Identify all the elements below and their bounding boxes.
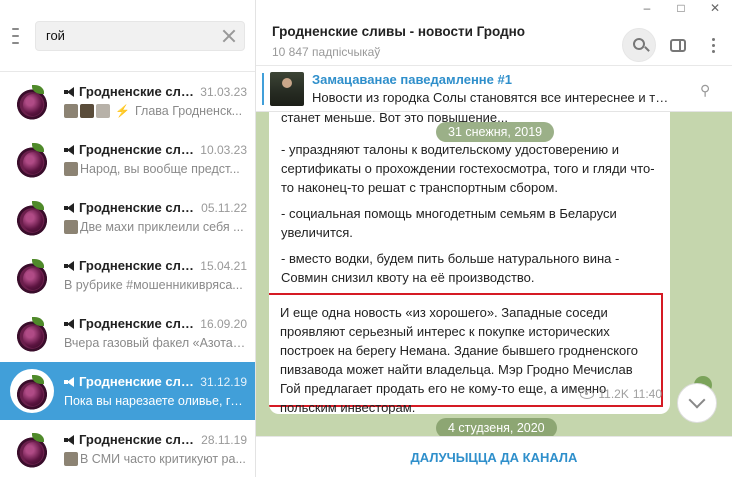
chat-date: 31.03.23	[200, 84, 247, 99]
pinned-thumbnail	[270, 71, 304, 106]
maximize-icon[interactable]: □	[664, 0, 698, 16]
message-time: 11:40	[632, 387, 662, 401]
chat-list-item[interactable]: Гродненские сливы 15.04.21 В рубрике #мо…	[0, 246, 255, 304]
side-panel-button[interactable]	[661, 28, 695, 62]
megaphone-icon	[64, 377, 76, 387]
megaphone-icon	[64, 87, 76, 97]
unpin-icon[interactable]: ⚲	[700, 82, 722, 98]
lightning-icon: ⚡	[115, 104, 130, 118]
message-paragraph: - социальная помощь многодетным семьям в…	[281, 206, 617, 240]
chat-date: 16.09.20	[200, 316, 247, 331]
media-thumbnail	[64, 162, 78, 176]
chat-preview: Народ, вы вообще предст...	[80, 162, 240, 176]
join-channel-label: ДАЛУЧЫЦЦА ДА КАНАЛА	[410, 449, 578, 465]
view-count: 11.2K	[598, 387, 629, 401]
join-channel-button[interactable]: ДАЛУЧЫЦЦА ДА КАНАЛА	[256, 436, 732, 477]
pinned-indicator	[262, 73, 264, 105]
close-icon[interactable]: ✕	[698, 0, 732, 16]
media-thumbnail	[96, 104, 110, 118]
window-controls: – □ ✕	[630, 0, 732, 16]
sidebar: Гродненские сливы 31.03.23 ⚡ Глава Гродне…	[0, 0, 256, 477]
sidebar-top-bar	[0, 0, 255, 72]
avatar	[10, 369, 54, 413]
minimize-icon[interactable]: –	[630, 0, 664, 16]
more-options-button[interactable]	[696, 28, 730, 62]
clear-search-icon[interactable]	[222, 29, 236, 43]
search-in-chat-button[interactable]	[622, 28, 656, 62]
megaphone-icon	[64, 203, 76, 213]
chevron-down-icon	[688, 391, 706, 409]
scroll-down-button[interactable]	[677, 383, 717, 423]
avatar	[10, 79, 54, 123]
chat-list-item[interactable]: Гродненские сливы 16.09.20 Вчера газовый…	[0, 304, 255, 362]
search-box	[35, 20, 245, 51]
chat-list-item[interactable]: Гродненские сливы 28.11.19 В СМИ часто к…	[0, 420, 255, 477]
chat-title: Гродненские сливы	[64, 84, 196, 99]
megaphone-icon	[64, 435, 76, 445]
chat-list-item[interactable]: Гродненские сливы 31.12.19 Пока вы нарез…	[0, 362, 255, 420]
chat-list-item[interactable]: Гродненские сливы 05.11.22 Две махи прик…	[0, 188, 255, 246]
sidebar-toggle-icon	[670, 38, 686, 52]
chat-preview: Две махи приклеили себя ...	[80, 220, 244, 234]
megaphone-icon	[64, 145, 76, 155]
chat-title: Гродненские сливы	[64, 258, 196, 273]
chat-list: Гродненские сливы 31.03.23 ⚡ Глава Гродне…	[0, 72, 255, 477]
chat-date: 15.04.21	[200, 258, 247, 273]
avatar	[10, 137, 54, 181]
message-meta: 11.2K 11:40	[580, 387, 662, 401]
chat-date: 05.11.22	[201, 200, 247, 215]
chat-date: 28.11.19	[201, 432, 247, 447]
chat-title: Гродненские сливы	[64, 142, 196, 157]
menu-icon[interactable]	[12, 27, 19, 44]
media-thumbnail	[64, 452, 78, 466]
message-bubble: станет меньше. Вот это повышение... - уп…	[269, 112, 670, 414]
chat-date: 10.03.23	[200, 142, 247, 157]
more-vertical-icon	[711, 37, 715, 53]
avatar	[10, 253, 54, 297]
avatar	[10, 427, 54, 471]
views-icon	[580, 389, 595, 399]
media-thumbnail	[80, 104, 94, 118]
megaphone-icon	[64, 261, 76, 271]
message-paragraph: - вместо водки, будем пить больше натура…	[281, 251, 620, 285]
chat-preview: Глава Гродненск...	[134, 104, 243, 118]
pinned-title: Замацаванае паведамленне #1	[312, 72, 512, 87]
chat-date: 31.12.19	[200, 374, 247, 389]
chat-title: Гродненские сливы	[64, 316, 196, 331]
date-separator: 31 снежня, 2019	[436, 122, 555, 142]
media-thumbnail	[64, 104, 78, 118]
chat-list-item[interactable]: Гродненские сливы 31.03.23 ⚡ Глава Гродне…	[0, 72, 255, 130]
chat-preview: В рубрике #мошенникивряса...	[64, 278, 243, 292]
pinned-text: Новости из городка Солы становятся все и…	[312, 90, 672, 105]
search-icon	[632, 37, 645, 50]
chat-preview: В СМИ часто критикуют ра...	[80, 452, 246, 466]
chat-title: Гродненские сливы	[64, 200, 196, 215]
chat-preview: Пока вы нарезаете оливье, го...	[64, 394, 247, 408]
message-paragraph: - упраздняют талоны к водительскому удос…	[281, 142, 655, 195]
search-input[interactable]	[46, 28, 222, 43]
media-thumbnail	[64, 220, 78, 234]
chat-list-item[interactable]: Гродненские сливы 10.03.23 Народ, вы воо…	[0, 130, 255, 188]
date-separator: 4 студзеня, 2020	[436, 418, 557, 438]
chat-preview: Вчера газовый факел «Азота»...	[64, 336, 247, 350]
chat-title: Гродненские сливы	[64, 432, 196, 447]
pinned-message-bar[interactable]: Замацаванае паведамленне #1 Новости из г…	[256, 66, 732, 112]
chat-title: Гродненские сливы	[64, 374, 196, 389]
avatar	[10, 311, 54, 355]
megaphone-icon	[64, 319, 76, 329]
chat-view: Гродненские сливы - новости Гродно 10 84…	[256, 0, 732, 477]
avatar	[10, 195, 54, 239]
